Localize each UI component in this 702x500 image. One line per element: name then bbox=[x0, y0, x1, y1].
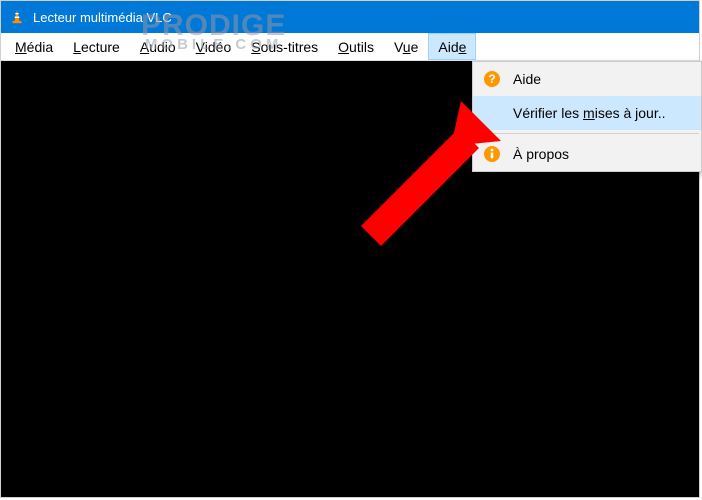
help-icon: ? bbox=[483, 70, 501, 88]
menu-audio[interactable]: Audio bbox=[130, 33, 186, 60]
menu-lecture[interactable]: Lecture bbox=[63, 33, 130, 60]
help-dropdown: ? Aide Vérifier les mises à jour.. À pro… bbox=[472, 61, 702, 172]
dropdown-label: Vérifier les mises à jour.. bbox=[513, 105, 666, 121]
dropdown-label: À propos bbox=[513, 146, 569, 162]
dropdown-item-aide[interactable]: ? Aide bbox=[473, 62, 701, 96]
dropdown-label: Aide bbox=[513, 71, 541, 87]
vlc-cone-icon bbox=[9, 9, 25, 25]
menu-sous-titres[interactable]: Sous-titres bbox=[241, 33, 328, 60]
titlebar: Lecteur multimédia VLC bbox=[1, 1, 699, 33]
menu-aide[interactable]: Aide bbox=[428, 33, 476, 60]
menu-vue[interactable]: Vue bbox=[384, 33, 428, 60]
menubar: Média Lecture Audio Vidéo Sous-titres Ou… bbox=[1, 33, 699, 61]
dropdown-item-verifier-maj[interactable]: Vérifier les mises à jour.. bbox=[473, 96, 701, 130]
svg-text:?: ? bbox=[488, 72, 495, 86]
menu-outils[interactable]: Outils bbox=[328, 33, 384, 60]
info-icon bbox=[483, 145, 501, 163]
menu-media[interactable]: Média bbox=[5, 33, 63, 60]
vlc-window: Lecteur multimédia VLC Média Lecture Aud… bbox=[0, 0, 700, 498]
menu-video[interactable]: Vidéo bbox=[186, 33, 242, 60]
window-title: Lecteur multimédia VLC bbox=[33, 10, 172, 25]
dropdown-item-apropos[interactable]: À propos bbox=[473, 137, 701, 171]
dropdown-separator bbox=[475, 133, 699, 134]
